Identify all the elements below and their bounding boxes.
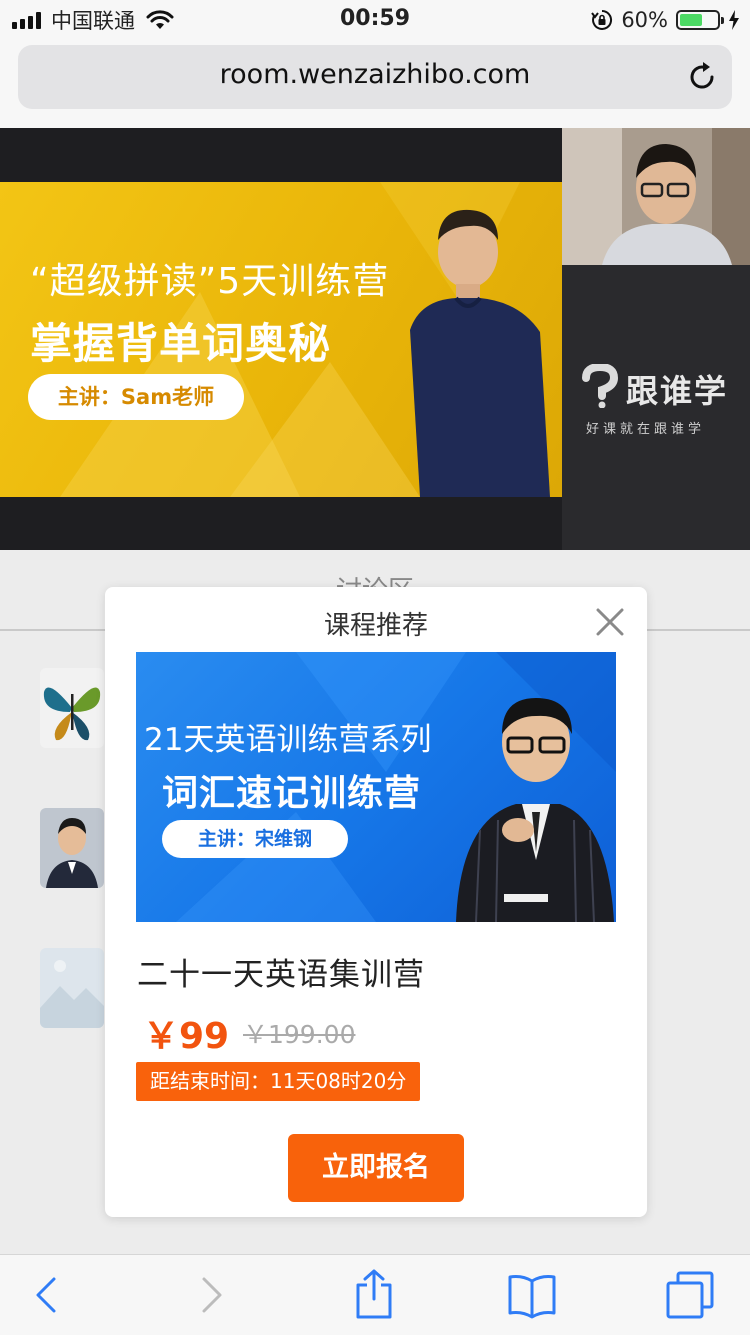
question-mark-icon [582, 364, 619, 408]
charging-icon [729, 10, 739, 30]
course-banner-teacher-pill: 主讲：宋维钢 [162, 820, 348, 858]
share-icon[interactable] [348, 1269, 400, 1321]
battery-icon [676, 10, 724, 30]
url-text[interactable]: room.wenzaizhibo.com [18, 59, 732, 90]
image-placeholder-icon [40, 948, 104, 1028]
close-icon[interactable] [593, 605, 627, 639]
bookmarks-icon[interactable] [506, 1269, 558, 1321]
browser-toolbar [0, 1254, 750, 1335]
avatar [40, 808, 104, 888]
video-side-panel: 跟谁学 好课就在跟谁学 [562, 128, 750, 550]
back-icon[interactable] [20, 1269, 72, 1321]
signup-button[interactable]: 立即报名 [288, 1134, 464, 1202]
modal-title: 课程推荐 [323, 611, 428, 641]
reload-icon[interactable] [686, 61, 718, 93]
banner-title: 掌握背单词奥秘 [30, 319, 332, 368]
course-original-price: ￥199.00 [243, 1020, 356, 1049]
camera-person-image [562, 128, 750, 265]
avatar [40, 948, 104, 1028]
course-banner-title: 词汇速记训练营 [162, 773, 422, 814]
forward-icon[interactable] [186, 1269, 238, 1321]
countdown-badge: 距结束时间：11天08时20分 [136, 1062, 421, 1101]
banner-teacher-pill: 主讲：Sam老师 [28, 374, 244, 420]
battery-percent: 60% [621, 8, 668, 32]
person-avatar-image [40, 808, 104, 888]
course-price: ￥99 [143, 1016, 230, 1057]
course-recommendation-modal: 课程推荐 21天英语训练营系列 词汇速记训练营 主讲：宋维钢 二十一天英语集训营… [105, 587, 647, 1217]
orientation-lock-icon [591, 9, 613, 30]
avatar [40, 668, 104, 748]
course-teacher-photo [456, 698, 614, 922]
course-banner[interactable]: 21天英语训练营系列 词汇速记训练营 主讲：宋维钢 [136, 652, 616, 922]
live-course-banner: “超级拼读”5天训练营 掌握背单词奥秘 主讲：Sam老师 [0, 182, 562, 497]
teacher-photo [410, 209, 550, 497]
course-banner-subtitle: 21天英语训练营系列 [144, 722, 432, 758]
butterfly-avatar-image [40, 668, 104, 748]
teacher-camera-feed [562, 128, 750, 265]
status-bar: 中国联通 00:59 60% [0, 0, 750, 40]
live-video-player[interactable]: “超级拼读”5天训练营 掌握背单词奥秘 主讲：Sam老师 跟谁学 好课就在跟谁学 [0, 128, 750, 550]
browser-address-area: room.wenzaizhibo.com [0, 40, 750, 128]
brand-name: 跟谁学 [626, 372, 729, 410]
url-bar[interactable]: room.wenzaizhibo.com [18, 45, 732, 109]
tabs-icon[interactable] [664, 1269, 716, 1321]
brand-slogan: 好课就在跟谁学 [586, 422, 706, 437]
banner-subtitle: “超级拼读”5天训练营 [30, 261, 390, 302]
course-name: 二十一天英语集训营 [137, 957, 425, 993]
